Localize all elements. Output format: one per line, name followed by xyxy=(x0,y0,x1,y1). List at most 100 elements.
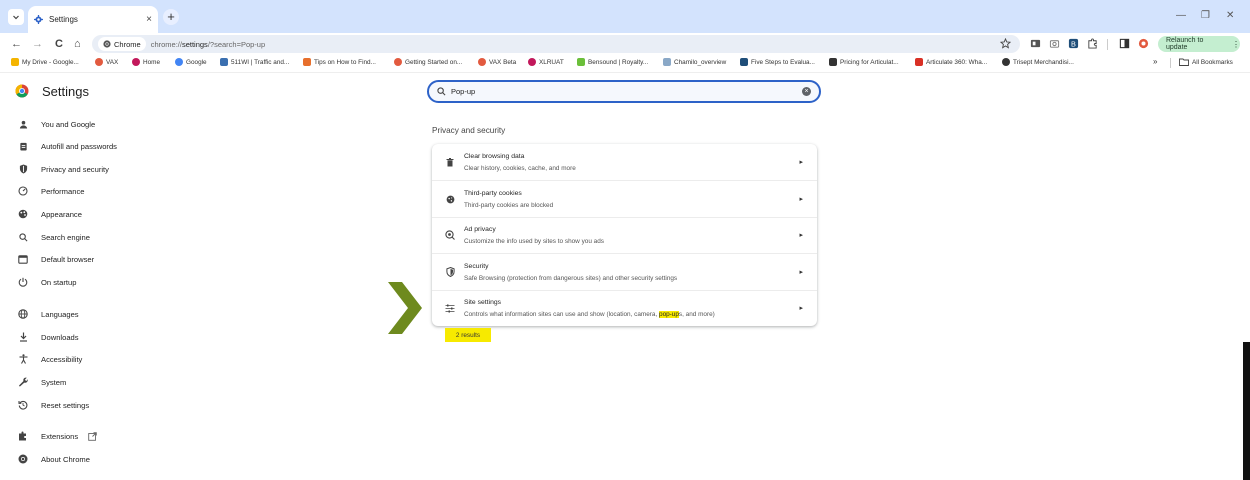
profile-avatar-icon[interactable] xyxy=(1138,38,1149,49)
sidebar-item-extensions[interactable]: Extensions xyxy=(18,431,97,441)
bookmark-label: Bensound | Royalty... xyxy=(588,58,649,66)
minimize-button[interactable]: — xyxy=(1176,10,1186,21)
bookmarks-divider xyxy=(1170,58,1171,68)
sidebar-item-privacy[interactable]: Privacy and security xyxy=(18,164,109,174)
sidebar-item-search-engine[interactable]: Search engine xyxy=(18,232,90,242)
puzzle-icon xyxy=(19,431,26,441)
folder-icon xyxy=(1179,58,1189,66)
security-shield-icon xyxy=(445,267,455,277)
bookmark-item[interactable]: Home xyxy=(132,58,160,66)
site-chip[interactable]: Chrome xyxy=(98,37,146,51)
drive-icon xyxy=(11,58,19,66)
bookmark-item[interactable]: Google xyxy=(175,58,207,66)
bookmark-item[interactable]: Tips on How to Find... xyxy=(303,58,376,66)
chrome-icon xyxy=(18,454,28,464)
palette-icon xyxy=(18,209,28,219)
page-title: Settings xyxy=(42,84,89,99)
gear-icon xyxy=(34,15,43,24)
bookmark-item[interactable]: Five Steps to Evalua... xyxy=(740,58,815,66)
extension-icon-1[interactable] xyxy=(1030,38,1041,49)
xlr-icon xyxy=(528,58,536,66)
reload-button[interactable]: C xyxy=(55,37,63,51)
sidebar-item-label: On startup xyxy=(41,277,77,287)
sidebar-item-on-startup[interactable]: On startup xyxy=(18,277,76,287)
sidebar-item-accessibility[interactable]: Accessibility xyxy=(18,354,82,364)
tab-settings[interactable]: Settings × xyxy=(28,6,158,33)
url-prefix: chrome:// xyxy=(150,39,182,49)
row-third-party-cookies[interactable]: Third-party cookies Third-party cookies … xyxy=(432,181,817,217)
all-bookmarks-button[interactable]: All Bookmarks xyxy=(1179,58,1233,66)
address-bar[interactable]: Chrome chrome://settings/?search=Pop-up xyxy=(92,35,1020,53)
row-subtitle: Clear history, cookies, cache, and more xyxy=(464,165,576,172)
row-site-settings[interactable]: Site settings Controls what information … xyxy=(432,290,817,326)
bookmark-label: My Drive - Google... xyxy=(22,58,79,66)
star-icon[interactable] xyxy=(1000,38,1011,49)
relaunch-to-update-button[interactable]: Relaunch to update ⋮ xyxy=(1158,36,1240,52)
bookmark-item[interactable]: Getting Started on... xyxy=(394,58,462,66)
bookmark-item[interactable]: VAX xyxy=(95,58,118,66)
row-security[interactable]: Security Safe Browsing (protection from … xyxy=(432,254,817,290)
row-ad-privacy[interactable]: Ad privacy Customize the info used by si… xyxy=(432,217,817,253)
articulate-360-icon xyxy=(915,58,923,66)
shield-icon xyxy=(19,164,27,174)
back-button[interactable]: ← xyxy=(11,37,22,51)
b-extension-icon[interactable]: B xyxy=(1068,38,1079,49)
sidebar-item-downloads[interactable]: Downloads xyxy=(18,332,79,342)
bookmark-item[interactable]: Articulate 360: Wha... xyxy=(915,58,987,66)
sidebar-item-performance[interactable]: Performance xyxy=(18,186,84,196)
camera-icon[interactable] xyxy=(1049,38,1060,49)
new-tab-button[interactable]: + xyxy=(163,9,179,25)
row-title: Clear browsing data xyxy=(464,153,525,160)
settings-search-input[interactable]: Pop-up × xyxy=(427,80,821,103)
sidebar-item-autofill[interactable]: Autofill and passwords xyxy=(18,141,117,151)
url-path: settings xyxy=(181,39,208,49)
bookmark-item[interactable]: VAX Beta xyxy=(478,58,516,66)
sidebar-item-languages[interactable]: Languages xyxy=(18,309,79,319)
bookmark-item[interactable]: Chamilo_overview xyxy=(663,58,726,66)
close-window-button[interactable]: ✕ xyxy=(1226,10,1234,21)
row-subtitle-after: s, and more) xyxy=(678,311,715,318)
side-panel-icon[interactable] xyxy=(1119,38,1130,49)
sidebar-item-appearance[interactable]: Appearance xyxy=(18,209,82,219)
scrollbar[interactable] xyxy=(1243,342,1250,480)
bookmark-item[interactable]: My Drive - Google... xyxy=(11,58,79,66)
chevron-right-icon: ▸ xyxy=(799,269,803,276)
tab-title: Settings xyxy=(49,15,78,24)
bookmark-item[interactable]: 511WI | Traffic and... xyxy=(220,58,289,66)
bookmark-label: Chamilo_overview xyxy=(674,58,727,66)
traffic-icon xyxy=(220,58,228,66)
clipboard-icon xyxy=(19,142,27,151)
sidebar-item-label: Reset settings xyxy=(41,400,90,410)
puzzle-icon[interactable] xyxy=(1087,38,1098,49)
home-button[interactable]: ⌂ xyxy=(74,37,81,51)
clear-search-button[interactable]: × xyxy=(802,87,811,96)
sidebar-item-default-browser[interactable]: Default browser xyxy=(18,254,94,264)
sidebar-item-label: You and Google xyxy=(41,119,96,129)
bookmark-label: VAX Beta xyxy=(489,58,517,66)
bookmarks-overflow-button[interactable]: » xyxy=(1153,57,1157,66)
title-bar: Settings × + — ❐ ✕ xyxy=(0,0,1250,33)
bookmark-label: 511WI | Traffic and... xyxy=(231,58,290,66)
tab-close-button[interactable]: × xyxy=(146,14,152,25)
site-chip-label: Chrome xyxy=(114,39,141,49)
google-icon xyxy=(175,58,183,66)
chevron-right-icon: ▸ xyxy=(799,159,803,166)
bookmark-item[interactable]: Pricing for Articulat... xyxy=(829,58,899,66)
bookmark-label: XLRUAT xyxy=(539,58,564,66)
results-count-badge: 2 results xyxy=(445,328,491,342)
row-clear-browsing-data[interactable]: Clear browsing data Clear history, cooki… xyxy=(432,144,817,180)
sidebar-item-about-chrome[interactable]: About Chrome xyxy=(18,454,90,464)
sidebar-item-system[interactable]: System xyxy=(18,377,66,387)
sidebar-item-reset-settings[interactable]: Reset settings xyxy=(18,400,89,410)
maximize-button[interactable]: ❐ xyxy=(1201,10,1210,21)
search-icon xyxy=(18,232,27,241)
toolbar: ← → C ⌂ Chrome chrome://settings/?search… xyxy=(0,33,1250,55)
forward-button[interactable]: → xyxy=(32,37,43,51)
bookmark-item[interactable]: Trisept Merchandisi... xyxy=(1002,58,1074,66)
bookmark-item[interactable]: XLRUAT xyxy=(528,58,564,66)
bookmark-label: Google xyxy=(186,58,207,66)
sidebar-item-label: Default browser xyxy=(41,254,95,264)
sidebar-item-you-and-google[interactable]: You and Google xyxy=(18,119,95,129)
bookmark-item[interactable]: Bensound | Royalty... xyxy=(577,58,648,66)
tab-search-button[interactable] xyxy=(8,9,24,25)
